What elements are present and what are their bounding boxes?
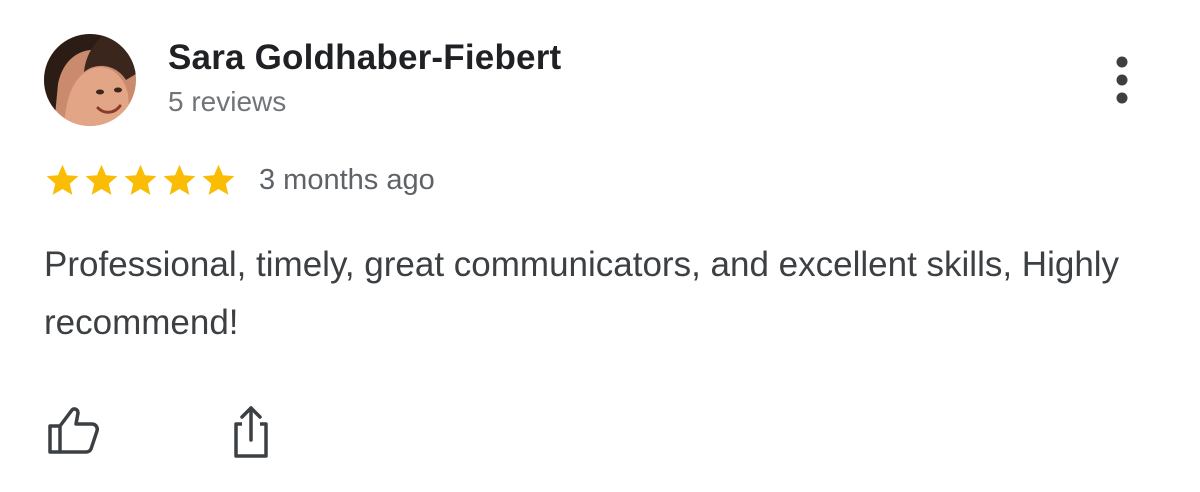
avatar-image	[44, 34, 136, 126]
avatar[interactable]	[44, 34, 136, 126]
like-button[interactable]	[44, 402, 102, 460]
star-icon	[202, 164, 235, 195]
thumb-up-icon	[48, 407, 99, 454]
star-icon	[85, 164, 118, 195]
share-button[interactable]	[222, 402, 280, 460]
share-icon	[234, 406, 268, 458]
star-icon	[124, 164, 157, 195]
more-vert-icon	[1116, 56, 1128, 104]
review-text: Professional, timely, great communicator…	[44, 245, 1120, 342]
reviewer-name[interactable]: Sara Goldhaber-Fiebert	[168, 38, 561, 78]
review-card: Sara Goldhaber-Fiebert 5 reviews 3 month…	[0, 0, 1200, 492]
star-icon	[163, 164, 196, 195]
star-icon	[46, 164, 79, 195]
star-rating	[44, 162, 237, 199]
reviewer-review-count: 5 reviews	[168, 86, 287, 117]
more-options-button[interactable]	[1100, 52, 1144, 108]
review-timestamp: 3 months ago	[259, 163, 435, 196]
rating-row: 3 months ago	[44, 158, 435, 202]
